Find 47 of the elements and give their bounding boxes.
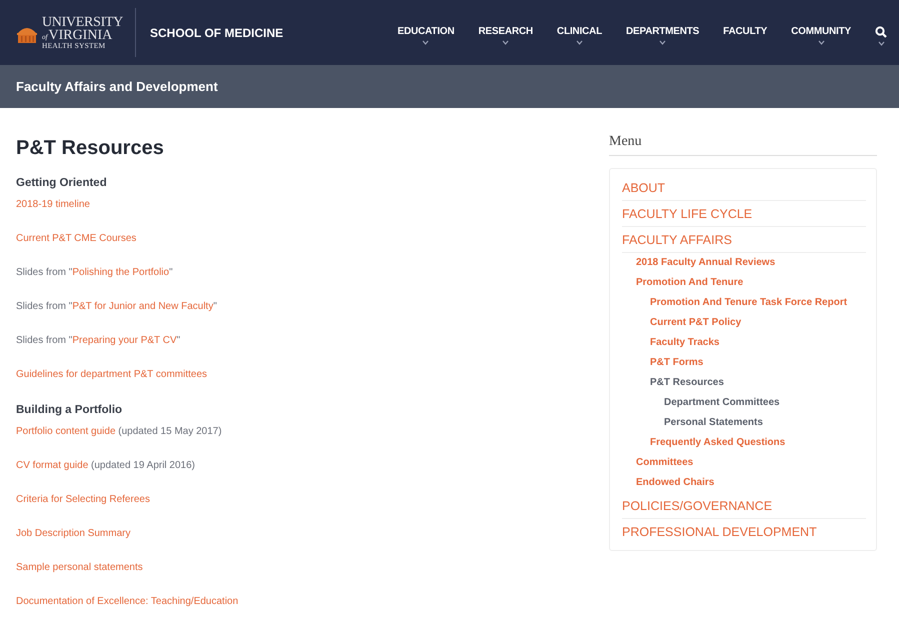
resource-link[interactable]: Current P&T CME Courses: [16, 233, 136, 244]
menu-title: Menu: [609, 134, 877, 156]
menu-item[interactable]: Frequently Asked Questions: [650, 433, 866, 453]
menu-item[interactable]: ABOUT: [622, 175, 866, 201]
nav-link[interactable]: DEPARTMENTS: [614, 0, 712, 65]
search-icon: [875, 26, 887, 38]
school-name[interactable]: SCHOOL OF MEDICINE: [150, 26, 386, 40]
menu-item[interactable]: FACULTY LIFE CYCLE: [622, 201, 866, 227]
menu-item[interactable]: Faculty Tracks: [650, 333, 866, 353]
resource-link[interactable]: Guidelines for department P&T committees: [16, 369, 208, 380]
menu-item[interactable]: Promotion And Tenure Task Force Report: [650, 293, 866, 313]
resource-line: Slides from "Polishing the Portfolio": [16, 267, 173, 278]
resource-link[interactable]: Job Description Summary: [16, 528, 130, 539]
menu-item[interactable]: Endowed Chairs: [636, 473, 866, 493]
resource-link[interactable]: Polishing the Portfolio: [72, 267, 170, 278]
menu-item[interactable]: P&T Forms: [650, 353, 866, 373]
nav-link[interactable]: CLINICAL: [544, 0, 614, 65]
resource-line: Portfolio content guide (updated 15 May 2017): [16, 426, 222, 437]
resource-link[interactable]: Preparing your P&T CV: [72, 335, 177, 346]
menu-item[interactable]: POLICIES/GOVERNANCE: [622, 493, 866, 519]
resource-link[interactable]: Sample personal statements: [16, 562, 143, 573]
menu-item[interactable]: Personal Statements: [664, 413, 866, 433]
resource-link[interactable]: CV format guide: [16, 460, 88, 471]
section-heading: Getting Oriented: [16, 176, 108, 190]
menu-item[interactable]: Promotion And Tenure: [636, 273, 866, 293]
nav-link[interactable]: RESEARCH: [466, 0, 545, 65]
nav-link[interactable]: COMMUNITY: [779, 0, 863, 65]
nav-link[interactable]: FACULTY: [711, 0, 780, 65]
resource-link[interactable]: P&T for Junior and New Faculty: [72, 301, 214, 312]
menu-item[interactable]: Current P&T Policy: [650, 313, 866, 333]
section-title: Faculty Affairs and Development: [16, 79, 218, 94]
resource-line: Slides from "Preparing your P&T CV": [16, 335, 180, 346]
menu-item[interactable]: PROFESSIONAL DEVELOPMENT: [622, 519, 866, 544]
resource-line: Slides from "P&T for Junior and New Faculty": [16, 301, 217, 312]
section-heading: Building a Portfolio: [16, 403, 124, 417]
resource-link[interactable]: Criteria for Selecting Referees: [16, 494, 150, 505]
resource-link[interactable]: Documentation of Excellence: Teaching/Education: [16, 596, 238, 607]
page-title: P&T Resources: [16, 136, 165, 160]
resource-link[interactable]: 2018-19 timeline: [16, 199, 90, 210]
menu-item[interactable]: Committees: [636, 453, 866, 473]
resource-line: CV format guide (updated 19 April 2016): [16, 460, 196, 471]
menu-item[interactable]: FACULTY AFFAIRS: [622, 227, 866, 253]
resource-link[interactable]: Portfolio content guide: [16, 426, 116, 437]
nav-link[interactable]: EDUCATION: [385, 0, 466, 65]
menu-item[interactable]: 2018 Faculty Annual Reviews: [636, 253, 866, 273]
menu-item[interactable]: P&T Resources: [650, 373, 866, 393]
menu-item[interactable]: Department Committees: [664, 393, 866, 413]
